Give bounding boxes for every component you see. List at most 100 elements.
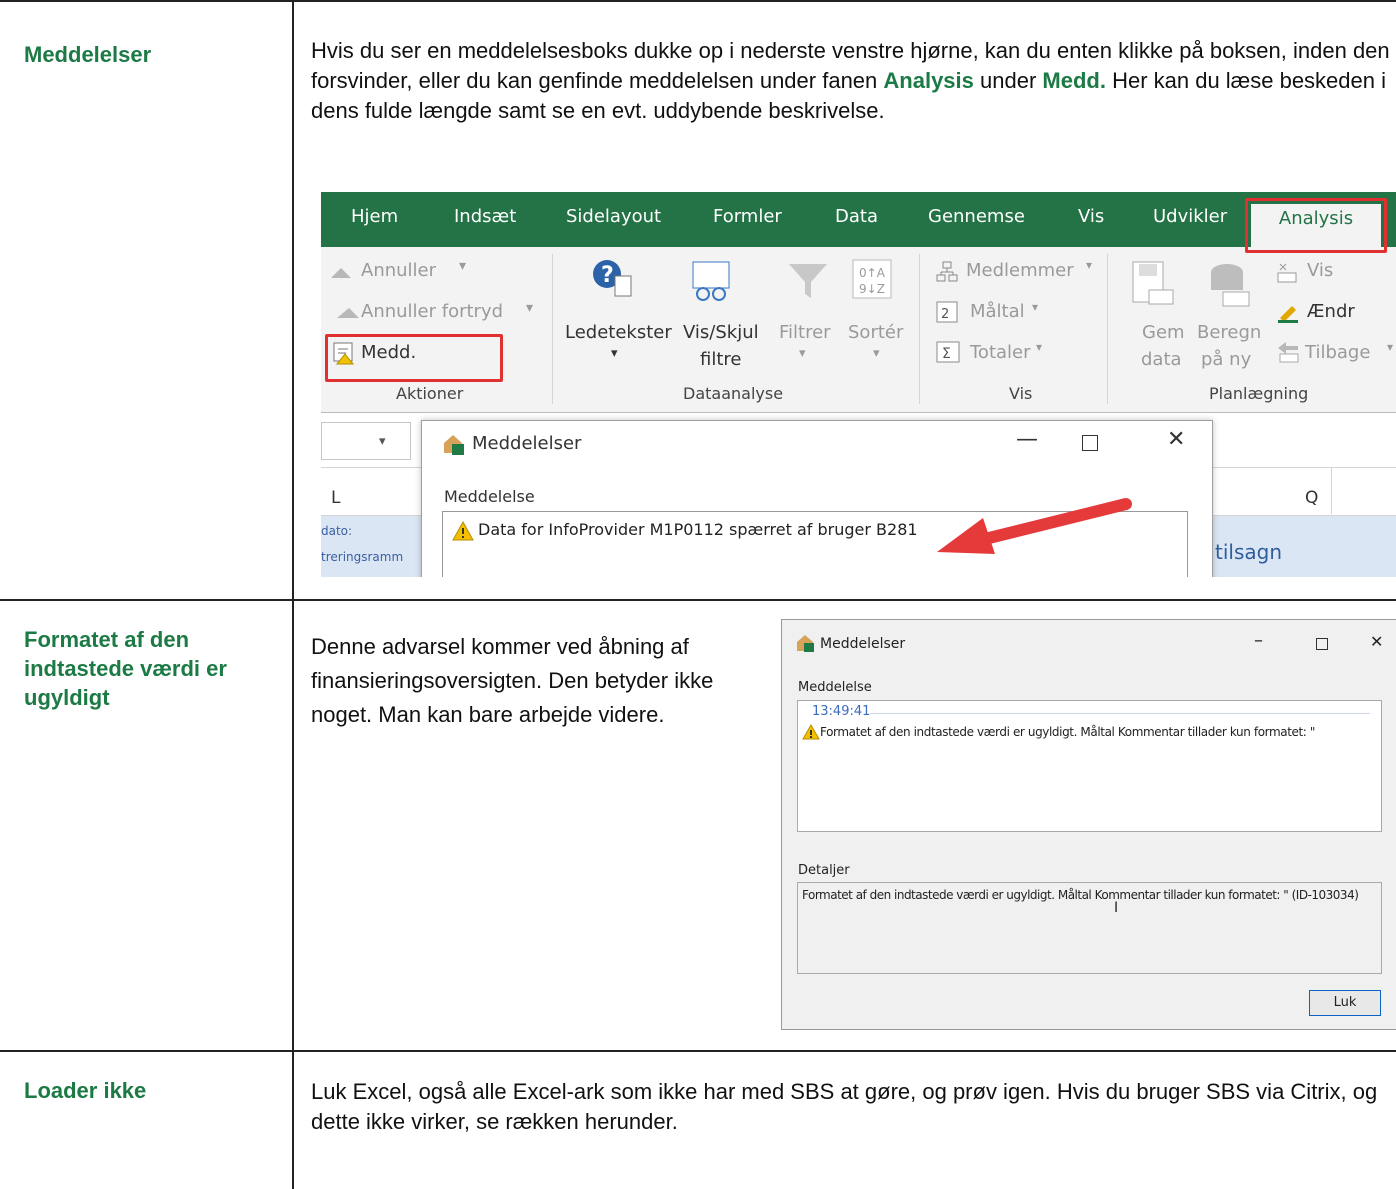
vis-skjul-button[interactable]: Vis/Skjul: [683, 322, 759, 343]
row-label-loader-ikke: Loader ikke: [24, 1078, 147, 1103]
luk-button[interactable]: Luk: [1309, 990, 1381, 1016]
maximize-icon[interactable]: [1082, 435, 1098, 451]
dialog-title: Meddelelser: [820, 636, 906, 652]
group-label-aktioner: Aktioner: [396, 384, 464, 403]
maaltal-button[interactable]: Måltal: [970, 301, 1025, 322]
sap-dialog-icon: [444, 435, 464, 455]
cell-dato[interactable]: dato:: [321, 524, 352, 538]
recalculate-icon: [1211, 264, 1250, 307]
ledetekster-button[interactable]: Ledetekster: [565, 322, 672, 343]
name-box[interactable]: [321, 422, 411, 460]
minimize-icon[interactable]: –: [1254, 630, 1263, 651]
medlemmer-dropdown-icon[interactable]: ▾: [1086, 258, 1092, 272]
message-list[interactable]: [797, 700, 1382, 832]
group-label-dataanalyse: Dataanalyse: [683, 384, 784, 403]
aendr-button[interactable]: Ændr: [1307, 301, 1355, 322]
details-text[interactable]: Formatet af den indtastede værdi er ugyl…: [802, 888, 1359, 902]
row-text-format: Denne advarsel kommer ved åbning af fina…: [311, 634, 714, 727]
row-divider: [0, 599, 1396, 601]
sap-dialog-icon: [797, 635, 814, 652]
cell-tilsagn[interactable]: tilsagn: [1215, 540, 1282, 564]
filtrer-dropdown-icon[interactable]: ▾: [799, 346, 806, 361]
warning-icon: [802, 724, 820, 740]
close-icon[interactable]: ✕: [1167, 427, 1185, 452]
back-icon: [1278, 342, 1299, 363]
column-header-q[interactable]: Q: [1305, 488, 1318, 508]
tab-sidelayout[interactable]: Sidelayout: [566, 206, 661, 227]
tab-data[interactable]: Data: [835, 206, 878, 227]
close-icon[interactable]: ✕: [1370, 632, 1383, 651]
filter-icon: [789, 264, 827, 298]
details-label: Detaljer: [798, 863, 850, 878]
message-text[interactable]: Formatet af den indtastede værdi er ugyl…: [820, 725, 1315, 739]
tab-vis[interactable]: Vis: [1078, 206, 1104, 227]
redo-button[interactable]: Annuller fortryd: [361, 301, 503, 322]
help-icon: ?: [593, 260, 632, 297]
message-timestamp: 13:49:41: [812, 704, 871, 719]
message-text[interactable]: Data for InfoProvider M1P0112 spærret af…: [478, 520, 918, 539]
svg-text:2: 2: [941, 307, 949, 322]
planlaegning-vis-button[interactable]: Vis: [1307, 260, 1333, 281]
group-label-planlaegning: Planlægning: [1209, 384, 1309, 403]
tab-indsaet[interactable]: Indsæt: [454, 206, 516, 227]
gem-data-button[interactable]: Gem: [1142, 322, 1185, 343]
row-label-meddelelser: Meddelelser: [24, 42, 152, 67]
edit-icon: [1278, 306, 1298, 323]
totaler-button[interactable]: Totaler: [970, 342, 1031, 363]
tab-udvikler[interactable]: Udvikler: [1153, 206, 1227, 227]
show-hide-filter-icon: [692, 261, 730, 301]
tab-hjem[interactable]: Hjem: [351, 206, 398, 227]
minimize-icon[interactable]: —: [1016, 427, 1038, 452]
undo-dropdown-icon[interactable]: ▾: [459, 258, 466, 274]
save-data-icon: [1132, 261, 1174, 305]
group-separator: [1107, 254, 1108, 404]
key-figures-icon: 2: [936, 301, 958, 323]
red-arrow-icon: [937, 498, 1132, 554]
timestamp-divider: [870, 713, 1370, 714]
totals-icon: Σ: [936, 341, 960, 363]
row-label-format: Formatet af den indtastede værdi er ugyl…: [24, 627, 227, 710]
row-text-meddelelser: Hvis du ser en meddelelsesboks dukke op …: [311, 38, 1390, 123]
redo-dropdown-icon[interactable]: ▾: [526, 300, 533, 316]
cell-treringsramm[interactable]: treringsramm: [321, 550, 403, 564]
maximize-icon[interactable]: [1316, 638, 1328, 650]
row-text-loader-ikke: Luk Excel, også alle Excel-ark som ikke …: [311, 1079, 1378, 1134]
redo-icon: [337, 308, 359, 318]
tilbage-button[interactable]: Tilbage: [1305, 342, 1370, 363]
vis-skjul-filtre-label: filtre: [700, 349, 742, 370]
medd-highlight-box: [325, 334, 503, 382]
sorter-dropdown-icon[interactable]: ▾: [873, 346, 880, 361]
maaltal-dropdown-icon[interactable]: ▾: [1032, 300, 1038, 314]
ribbon-tab-bar: Hjem Indsæt Sidelayout Formler Data Genn…: [321, 192, 1396, 247]
medlemmer-button[interactable]: Medlemmer: [966, 260, 1074, 281]
svg-text:9↓Z: 9↓Z: [859, 282, 885, 296]
totaler-dropdown-icon[interactable]: ▾: [1036, 340, 1042, 354]
sort-icon: 0↑A9↓Z: [852, 259, 892, 299]
column-header-l[interactable]: L: [331, 488, 340, 508]
text-cursor-icon: I: [1114, 900, 1119, 916]
svg-text:?: ?: [601, 263, 614, 288]
ledetekster-dropdown-icon[interactable]: ▾: [611, 346, 618, 361]
tab-gennemse[interactable]: Gennemse: [928, 206, 1025, 227]
analysis-highlight-box: [1245, 198, 1387, 253]
dialog-section-label: Meddelelse: [798, 680, 872, 695]
sorter-button[interactable]: Sortér: [848, 322, 903, 343]
members-icon: [936, 261, 958, 282]
tilbage-dropdown-icon[interactable]: ▾: [1387, 340, 1393, 354]
grid-line: [321, 412, 1396, 413]
undo-button[interactable]: Annuller: [361, 260, 436, 281]
dialog-title: Meddelelser: [472, 433, 582, 454]
tab-formler[interactable]: Formler: [713, 206, 782, 227]
beregn-paa-ny-label: på ny: [1201, 349, 1252, 370]
grid-line: [1331, 468, 1332, 514]
group-separator: [919, 254, 920, 404]
filtrer-button[interactable]: Filtrer: [779, 322, 831, 343]
beregn-button[interactable]: Beregn: [1197, 322, 1261, 343]
group-separator: [552, 254, 553, 404]
gem-data-label: data: [1141, 349, 1182, 370]
name-box-dropdown-icon[interactable]: ▾: [379, 434, 386, 449]
row-divider: [0, 1050, 1396, 1052]
warning-icon: [452, 521, 474, 541]
planning-view-icon: [1277, 263, 1297, 283]
dialog-section-label: Meddelelse: [444, 487, 535, 506]
